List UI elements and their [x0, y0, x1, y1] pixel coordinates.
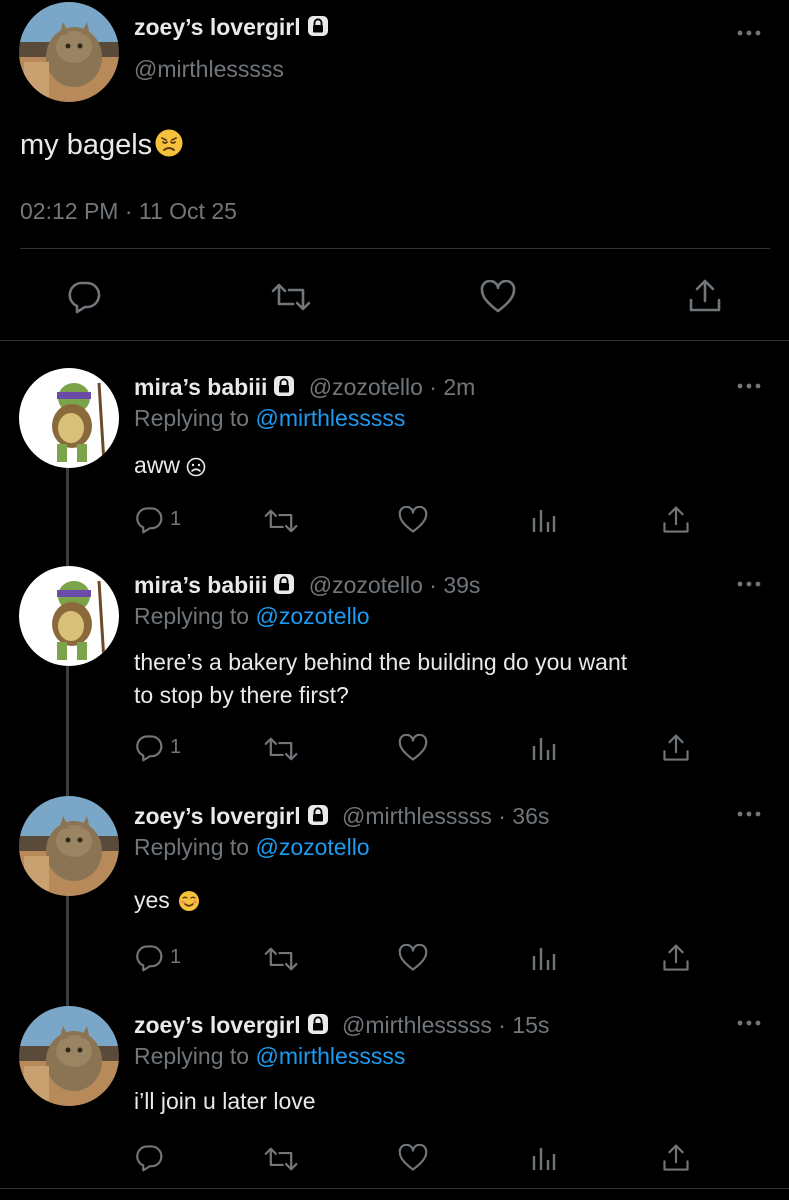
share-icon[interactable] — [662, 943, 690, 973]
like-icon[interactable] — [398, 944, 428, 972]
thread-connector — [66, 468, 69, 566]
reply-body: yes — [134, 887, 170, 913]
reply-icon[interactable] — [66, 280, 102, 314]
retweet-icon[interactable] — [264, 736, 298, 762]
share-icon[interactable] — [662, 1143, 690, 1173]
handle-and-time[interactable]: @zozotello · 2m — [309, 374, 476, 400]
reply-icon[interactable] — [134, 944, 164, 972]
replying-to-link[interactable]: @mirthlesssss — [255, 1043, 405, 1069]
lock-icon — [306, 14, 330, 38]
reply-text: aww — [134, 452, 206, 483]
like-icon[interactable] — [398, 506, 428, 534]
share-icon[interactable] — [662, 505, 690, 535]
display-name-text: mira’s babiii — [134, 572, 268, 598]
divider — [0, 340, 789, 341]
more-options-icon[interactable] — [736, 580, 762, 588]
handle-and-time[interactable]: @mirthlesssss · 36s — [342, 803, 549, 829]
lock-icon — [306, 1012, 330, 1036]
replying-to: Replying to @mirthlesssss — [134, 405, 405, 432]
more-options-icon[interactable] — [736, 810, 762, 818]
divider — [20, 248, 770, 249]
reply-text: yes — [134, 887, 200, 918]
like-icon[interactable] — [398, 734, 428, 762]
like-icon[interactable] — [398, 1144, 428, 1172]
main-handle[interactable]: @mirthlesssss — [134, 56, 284, 83]
share-icon[interactable] — [662, 733, 690, 763]
reply-count: 1 — [170, 946, 182, 968]
reply-icon[interactable] — [134, 1144, 164, 1172]
replying-to: Replying to @zozotello — [134, 834, 370, 861]
reply-body-line: there’s a bakery behind the building do … — [134, 649, 628, 675]
main-tweet-body: my bagels — [20, 129, 153, 161]
share-icon[interactable] — [688, 278, 722, 314]
thread-connector — [66, 896, 69, 1006]
display-name-text: zoey’s lovergirl — [134, 803, 301, 829]
reply-count: 1 — [170, 508, 182, 530]
retweet-icon[interactable] — [264, 508, 298, 534]
analytics-icon[interactable] — [531, 944, 557, 972]
replying-to-link[interactable]: @zozotello — [255, 603, 369, 629]
reply-count: 1 — [170, 736, 182, 758]
avatar-zoey[interactable] — [19, 796, 119, 896]
avatar-zoey[interactable] — [19, 1006, 119, 1106]
like-icon[interactable] — [480, 280, 516, 314]
replying-to-label: Replying to — [134, 405, 256, 431]
retweet-icon[interactable] — [264, 1146, 298, 1172]
handle-and-time[interactable]: @zozotello · 39s — [309, 572, 481, 598]
avatar-mira[interactable] — [19, 566, 119, 666]
main-display-name[interactable]: zoey’s lovergirl — [134, 14, 330, 41]
disappointed-face-emoji — [154, 128, 184, 166]
reply-text: i’ll join u later love — [134, 1088, 316, 1115]
reply-body-line: to stop by there first? — [134, 682, 349, 708]
reply-body: i’ll join u later love — [134, 1088, 316, 1114]
smiling-face-emoji — [178, 890, 200, 918]
replying-to-label: Replying to — [134, 603, 256, 629]
reply-display-name[interactable]: mira’s babiii @zozotello · 39s — [134, 572, 480, 599]
main-tweet-text: my bagels — [20, 128, 184, 166]
avatar-mira[interactable] — [19, 368, 119, 468]
thread-connector — [66, 666, 69, 796]
reply-icon[interactable] — [134, 506, 164, 534]
handle-and-time[interactable]: @mirthlesssss · 15s — [342, 1012, 549, 1038]
reply-display-name[interactable]: mira’s babiii @zozotello · 2m — [134, 374, 475, 401]
display-name-text: zoey’s lovergirl — [134, 14, 301, 40]
lock-icon — [272, 572, 296, 596]
lock-icon — [306, 803, 330, 827]
main-timestamp[interactable]: 02:12 PM · 11 Oct 25 — [20, 198, 237, 225]
divider — [0, 1188, 789, 1189]
analytics-icon[interactable] — [531, 506, 557, 534]
reply-icon[interactable] — [134, 734, 164, 762]
more-options-icon[interactable] — [736, 29, 762, 37]
analytics-icon[interactable] — [531, 1144, 557, 1172]
replying-to-link[interactable]: @mirthlesssss — [255, 405, 405, 431]
replying-to-label: Replying to — [134, 834, 256, 860]
replying-to-link[interactable]: @zozotello — [255, 834, 369, 860]
frowning-face-emoji — [186, 456, 206, 483]
reply-display-name[interactable]: zoey’s lovergirl @mirthlesssss · 15s — [134, 1012, 549, 1039]
retweet-icon[interactable] — [271, 282, 311, 312]
avatar-zoey[interactable] — [19, 2, 119, 102]
replying-to-label: Replying to — [134, 1043, 256, 1069]
replying-to: Replying to @mirthlesssss — [134, 1043, 405, 1070]
display-name-text: mira’s babiii — [134, 374, 268, 400]
reply-display-name[interactable]: zoey’s lovergirl @mirthlesssss · 36s — [134, 803, 549, 830]
reply-text: there’s a bakery behind the building do … — [134, 646, 627, 712]
reply-body: aww — [134, 452, 181, 478]
lock-icon — [272, 374, 296, 398]
retweet-icon[interactable] — [264, 946, 298, 972]
analytics-icon[interactable] — [531, 734, 557, 762]
more-options-icon[interactable] — [736, 382, 762, 390]
replying-to: Replying to @zozotello — [134, 603, 370, 630]
more-options-icon[interactable] — [736, 1019, 762, 1027]
display-name-text: zoey’s lovergirl — [134, 1012, 301, 1038]
